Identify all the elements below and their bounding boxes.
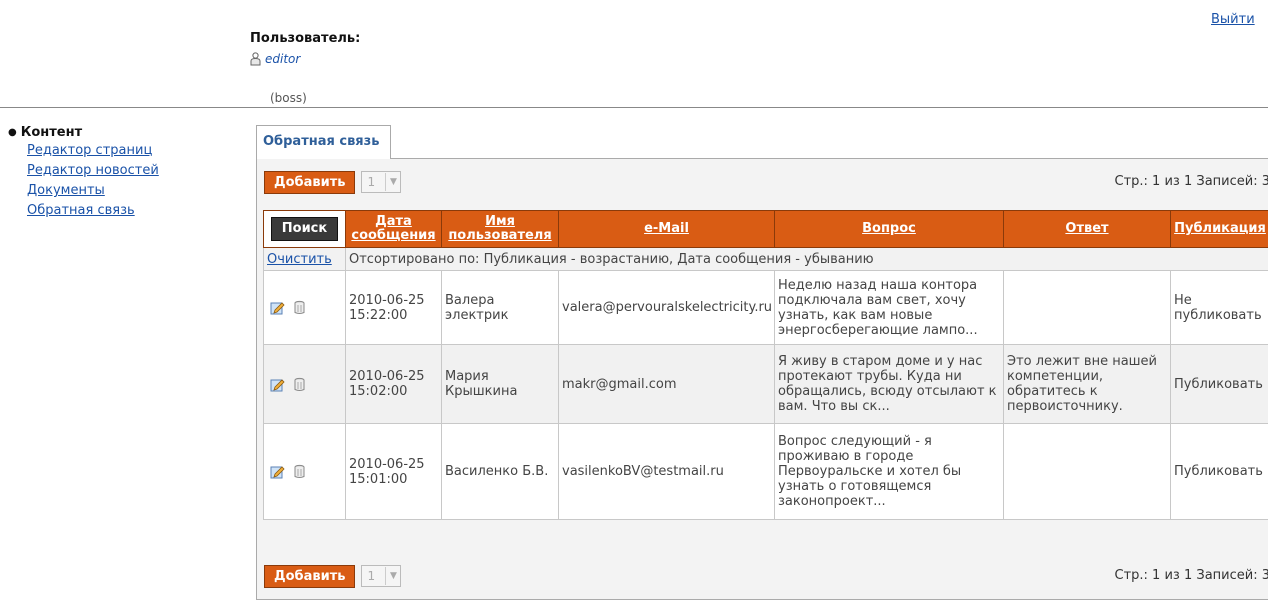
trash-icon[interactable]: [292, 464, 307, 479]
user-line: editor: [250, 52, 360, 66]
user-name: editor: [265, 52, 301, 66]
cell-publication: Не публиковать: [1170, 270, 1268, 345]
sidebar-item-page-editor: Редактор страниц: [27, 142, 228, 159]
table-row: 2010-06-25 15:01:00 Василенко Б.В. vasil…: [263, 423, 1268, 520]
page-select-value: 1: [367, 175, 376, 189]
bullet-icon: ●: [8, 127, 17, 138]
sidebar-link-feedback[interactable]: Обратная связь: [27, 203, 135, 218]
tab-feedback[interactable]: Обратная связь: [256, 125, 391, 159]
sidebar: ● Контент Редактор страниц Редактор новос…: [8, 125, 228, 222]
sort-link-answer[interactable]: Ответ: [1065, 221, 1108, 236]
cell-answer: [1003, 270, 1171, 345]
cell-date: 2010-06-25 15:01:00: [345, 423, 442, 520]
add-button-bottom[interactable]: Добавить: [264, 564, 356, 588]
sidebar-link-documents[interactable]: Документы: [27, 183, 105, 198]
toolbar-top: Добавить 1 ▼ Стр.: 1 из 1 Записей: 3: [264, 170, 1268, 194]
cell-user: Мария Крышкина: [441, 344, 559, 424]
col-header-email: e-Mail: [558, 210, 775, 248]
col-header-publication: Публикация: [1170, 210, 1268, 248]
col-header-answer: Ответ: [1003, 210, 1171, 248]
edit-icon[interactable]: [270, 377, 285, 392]
row-actions: [263, 423, 346, 520]
cell-date: 2010-06-25 15:22:00: [345, 270, 442, 345]
pager-info: Стр.: 1 из 1 Записей: 3: [1114, 174, 1268, 189]
sidebar-item-documents: Документы: [27, 182, 228, 199]
table-row: 2010-06-25 15:02:00 Мария Крышкина makr@…: [263, 344, 1268, 424]
sidebar-section: ● Контент: [8, 125, 228, 140]
feedback-table: Поиск Дата сообщения Имя пользователя e-Ma…: [263, 210, 1268, 520]
user-role: (boss): [270, 91, 307, 105]
sidebar-menu: Редактор страниц Редактор новостей Докум…: [8, 142, 228, 219]
cell-answer: Это лежит вне нашей компетенции, обратит…: [1003, 344, 1171, 424]
sidebar-section-title: Контент: [20, 125, 83, 140]
sidebar-item-feedback: Обратная связь: [27, 202, 228, 219]
toolbar-bottom: Добавить 1 ▼ Стр.: 1 из 1 Записей: 3: [264, 564, 1268, 588]
cell-user: Василенко Б.В.: [441, 423, 559, 520]
search-button[interactable]: Поиск: [270, 217, 339, 241]
sort-link-date[interactable]: Дата сообщения: [351, 214, 435, 243]
user-icon: [250, 52, 261, 66]
cell-answer: [1003, 423, 1171, 520]
header-divider: [0, 107, 1268, 108]
header-row: Поиск Дата сообщения Имя пользователя e-Ma…: [263, 210, 1268, 248]
page-select-bottom[interactable]: 1 ▼: [361, 565, 402, 587]
sidebar-link-page-editor[interactable]: Редактор страниц: [27, 143, 152, 158]
chevron-down-icon: ▼: [385, 173, 400, 191]
row-actions: [263, 344, 346, 424]
cell-email: vasilenkoBV@testmail.ru: [558, 423, 775, 520]
cell-question: Я живу в старом доме и у нас протекают т…: [774, 344, 1004, 424]
clear-link[interactable]: Очистить: [267, 252, 332, 267]
trash-icon[interactable]: [292, 377, 307, 392]
edit-icon[interactable]: [270, 464, 285, 479]
cell-date: 2010-06-25 15:02:00: [345, 344, 442, 424]
cell-publication: Публиковать: [1170, 344, 1268, 424]
col-user-line2: пользователя: [448, 228, 552, 243]
sidebar-link-news-editor[interactable]: Редактор новостей: [27, 163, 159, 178]
logout-link[interactable]: Выйти: [1211, 12, 1255, 27]
table-row: 2010-06-25 15:22:00 Валера электрик vale…: [263, 270, 1268, 345]
cell-question: Вопрос следующий - я проживаю в городе П…: [774, 423, 1004, 520]
filter-row: Очистить Отсортировано по: Публикация - …: [263, 247, 1268, 271]
page-select-value: 1: [367, 569, 376, 583]
cell-question: Неделю назад наша контора подключала вам…: [774, 270, 1004, 345]
col-header-date: Дата сообщения: [345, 210, 442, 248]
cell-email: makr@gmail.com: [558, 344, 775, 424]
page-select[interactable]: 1 ▼: [361, 171, 402, 193]
col-header-user: Имя пользователя: [441, 210, 559, 248]
col-date-line2: сообщения: [351, 228, 436, 243]
tab-feedback-label: Обратная связь: [263, 134, 380, 149]
cell-publication: Публиковать: [1170, 423, 1268, 520]
sort-link-publication[interactable]: Публикация: [1174, 221, 1266, 236]
sort-info: Отсортировано по: Публикация - возрастан…: [345, 247, 1268, 271]
feedback-panel: Добавить 1 ▼ Стр.: 1 из 1 Записей: 3 Пои…: [256, 158, 1268, 600]
edit-icon[interactable]: [270, 300, 285, 315]
search-cell: Поиск: [263, 210, 346, 248]
sort-link-user[interactable]: Имя пользователя: [448, 214, 551, 243]
chevron-down-icon: ▼: [385, 567, 400, 585]
col-user-line1: Имя: [485, 214, 515, 229]
user-block: Пользователь: editor: [250, 31, 360, 66]
trash-icon[interactable]: [292, 300, 307, 315]
user-label: Пользователь:: [250, 31, 361, 46]
add-button[interactable]: Добавить: [264, 170, 356, 194]
sort-link-question[interactable]: Вопрос: [862, 221, 916, 236]
row-actions: [263, 270, 346, 345]
col-header-question: Вопрос: [774, 210, 1004, 248]
sidebar-item-news-editor: Редактор новостей: [27, 162, 228, 179]
cell-email: valera@pervouralskelectricity.ru: [558, 270, 775, 345]
clear-cell: Очистить: [263, 247, 346, 271]
pager-info-bottom: Стр.: 1 из 1 Записей: 3: [1114, 568, 1268, 583]
feedback-grid: Поиск Дата сообщения Имя пользователя e-Ma…: [263, 210, 1268, 520]
sort-link-email[interactable]: e-Mail: [644, 221, 689, 236]
cell-user: Валера электрик: [441, 270, 559, 345]
col-date-line1: Дата: [375, 214, 412, 229]
